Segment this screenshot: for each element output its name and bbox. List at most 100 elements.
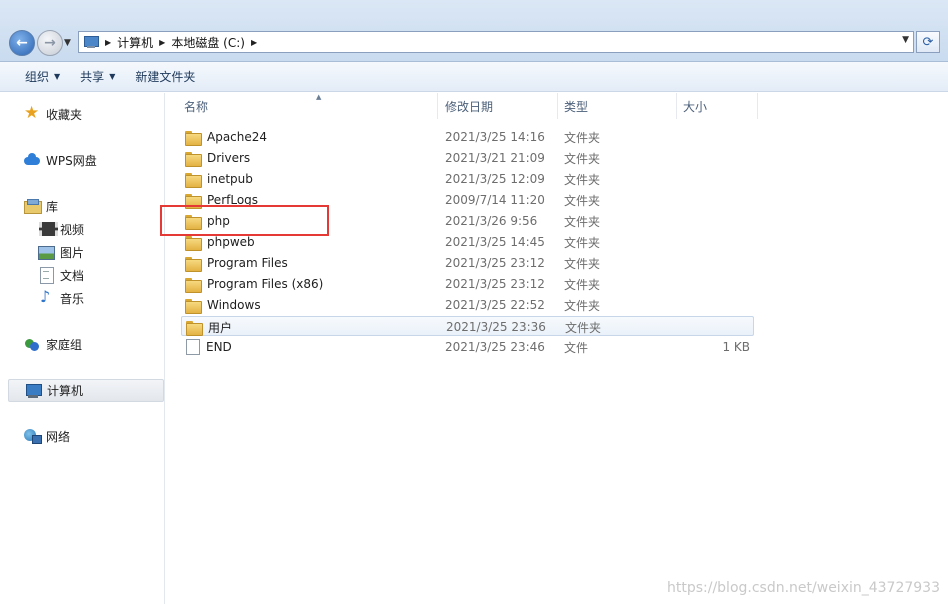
file-type: 文件夹 <box>565 320 602 335</box>
folder-icon <box>185 235 202 251</box>
file-row[interactable]: Drivers 2021/3/21 21:09 文件夹 <box>181 148 754 168</box>
file-name: phpweb <box>207 235 255 249</box>
file-name: Windows <box>207 298 261 312</box>
folder-icon <box>185 298 202 314</box>
column-header-name[interactable]: 名称 ▲ <box>178 93 438 119</box>
arrow-right-icon: → <box>44 35 56 51</box>
file-type: 文件夹 <box>564 277 601 292</box>
folder-icon <box>185 130 202 146</box>
folder-icon <box>185 277 202 293</box>
file-size <box>684 127 750 147</box>
folder-icon <box>186 320 203 336</box>
file-size <box>684 148 750 168</box>
column-header-size[interactable]: 大小 <box>677 93 758 119</box>
folder-icon <box>185 256 202 272</box>
star-icon <box>24 103 40 123</box>
caret-down-icon: ▼ <box>109 72 116 81</box>
chevron-right-icon[interactable]: ▶ <box>159 38 165 47</box>
file-name: Apache24 <box>207 130 268 144</box>
file-type: 文件 <box>564 340 589 355</box>
column-type-label: 类型 <box>564 99 589 114</box>
column-header-date[interactable]: 修改日期 <box>439 93 558 119</box>
column-header-type[interactable]: 类型 <box>558 93 677 119</box>
file-date: 2021/3/25 23:36 <box>446 320 546 334</box>
breadcrumb-computer[interactable]: 计算机 <box>117 34 153 51</box>
chevron-right-icon[interactable]: ▶ <box>105 38 111 47</box>
film-icon <box>38 221 58 237</box>
sort-ascending-icon: ▲ <box>316 93 322 101</box>
file-type: 文件夹 <box>564 130 601 145</box>
folder-icon <box>185 151 202 167</box>
caret-down-icon: ▼ <box>54 72 61 81</box>
file-row[interactable]: Program Files 2021/3/25 23:12 文件夹 <box>181 253 754 273</box>
refresh-icon: ⟳ <box>922 34 934 50</box>
library-icon <box>24 198 42 214</box>
sidebar-item-library[interactable]: 库 <box>24 196 58 216</box>
file-row[interactable]: 用户 2021/3/25 23:36 文件夹 <box>181 316 754 336</box>
chevron-right-icon[interactable]: ▶ <box>251 38 257 47</box>
file-size <box>684 211 750 231</box>
file-date: 2021/3/25 23:12 <box>445 277 545 291</box>
file-type: 文件夹 <box>564 298 601 313</box>
computer-icon <box>83 35 99 49</box>
sidebar-item-label: 文档 <box>60 268 85 283</box>
sidebar-item-favorites[interactable]: 收藏夹 <box>24 103 83 124</box>
file-name: Drivers <box>207 151 251 165</box>
file-size <box>684 274 750 294</box>
address-bar-area: ← → ▼ ▶ 计算机 ▶ 本地磁盘 (C:) ▶ ▼ ⟳ <box>0 0 948 62</box>
sidebar-item-label: 家庭组 <box>46 337 83 352</box>
address-bar[interactable]: ▶ 计算机 ▶ 本地磁盘 (C:) ▶ ▼ <box>78 31 914 53</box>
breadcrumb-local-disk[interactable]: 本地磁盘 (C:) <box>171 34 245 51</box>
organize-button[interactable]: 组织 ▼ <box>15 65 70 88</box>
file-type: 文件夹 <box>564 172 601 187</box>
file-size <box>684 232 750 252</box>
watermark: https://blog.csdn.net/weixin_43727933 <box>666 580 940 596</box>
network-icon <box>24 428 42 444</box>
file-date: 2021/3/25 23:12 <box>445 256 545 270</box>
back-button[interactable]: ← <box>9 30 35 56</box>
file-size: 1 KB <box>722 340 750 354</box>
homegroup-icon <box>24 336 40 352</box>
file-date: 2021/3/21 21:09 <box>445 151 545 165</box>
file-name: Program Files <box>207 256 288 270</box>
column-size-label: 大小 <box>683 99 708 114</box>
file-row[interactable]: Program Files (x86) 2021/3/25 23:12 文件夹 <box>181 274 754 294</box>
file-row[interactable]: inetpub 2021/3/25 12:09 文件夹 <box>181 169 754 189</box>
sidebar-item-music[interactable]: 音乐 <box>38 287 84 308</box>
file-size <box>684 190 750 210</box>
file-type: 文件夹 <box>564 235 601 250</box>
sidebar-item-pictures[interactable]: 图片 <box>38 242 84 262</box>
file-row[interactable]: Apache24 2021/3/25 14:16 文件夹 <box>181 127 754 147</box>
file-icon <box>186 339 200 355</box>
history-dropdown-icon[interactable]: ▼ <box>64 38 71 48</box>
sidebar-item-documents[interactable]: 文档 <box>38 265 84 285</box>
sidebar-item-label: 网络 <box>46 429 71 444</box>
sidebar-item-wps[interactable]: WPS网盘 <box>24 150 97 170</box>
file-type: 文件夹 <box>564 151 601 166</box>
refresh-button[interactable]: ⟳ <box>916 31 940 53</box>
sidebar-item-computer[interactable]: 计算机 <box>8 379 164 402</box>
file-type: 文件夹 <box>564 256 601 271</box>
sidebar-item-label: 收藏夹 <box>46 107 83 122</box>
new-folder-button[interactable]: 新建文件夹 <box>125 65 205 88</box>
sidebar-item-label: WPS网盘 <box>46 153 97 168</box>
command-toolbar: 组织 ▼ 共享 ▼ 新建文件夹 <box>0 62 948 92</box>
share-label: 共享 <box>80 70 105 84</box>
document-icon <box>38 267 54 284</box>
file-size <box>685 317 751 337</box>
sidebar-item-network[interactable]: 网络 <box>24 426 70 446</box>
file-date: 2021/3/25 14:16 <box>445 130 545 144</box>
picture-icon <box>38 244 55 260</box>
file-row[interactable]: Windows 2021/3/25 22:52 文件夹 <box>181 295 754 315</box>
file-size <box>684 295 750 315</box>
file-name: 用户 <box>208 320 233 335</box>
share-button[interactable]: 共享 ▼ <box>70 65 125 88</box>
sidebar-item-homegroup[interactable]: 家庭组 <box>24 334 82 354</box>
column-name-label: 名称 <box>184 99 209 114</box>
sidebar-item-video[interactable]: 视频 <box>38 219 84 239</box>
file-date: 2021/3/25 23:46 <box>445 340 545 354</box>
file-row[interactable]: END 2021/3/25 23:46 文件 1 KB <box>181 337 754 357</box>
address-dropdown-icon[interactable]: ▼ <box>902 35 909 45</box>
organize-label: 组织 <box>25 70 50 84</box>
forward-button[interactable]: → <box>37 30 63 56</box>
